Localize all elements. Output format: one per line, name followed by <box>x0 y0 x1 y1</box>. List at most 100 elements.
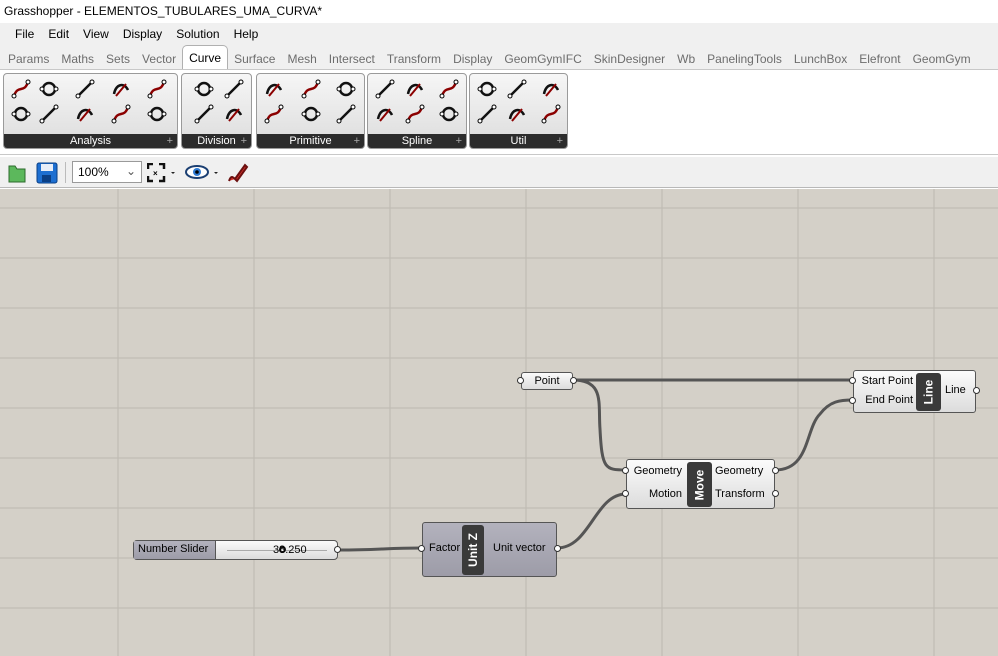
move-nickname: Move <box>687 462 712 507</box>
tab-intersect[interactable]: Intersect <box>323 45 381 69</box>
tab-panelingtools[interactable]: PanelingTools <box>701 45 788 69</box>
curve-tool-icon[interactable] <box>540 78 562 100</box>
menu-solution[interactable]: Solution <box>169 23 226 45</box>
menu-display[interactable]: Display <box>116 23 169 45</box>
tab-maths[interactable]: Maths <box>55 45 100 69</box>
curve-tool-icon[interactable] <box>300 78 322 100</box>
unit-z-component[interactable]: Factor Unit Z Unit vector <box>422 522 557 577</box>
tab-elefront[interactable]: Elefront <box>853 45 906 69</box>
curve-tool-icon[interactable] <box>38 78 60 100</box>
expand-icon[interactable]: + <box>241 134 247 148</box>
input-geometry[interactable]: Geometry <box>634 465 682 477</box>
curve-tool-icon[interactable] <box>404 103 426 125</box>
curve-tool-icon[interactable] <box>263 78 285 100</box>
curve-tool-icon[interactable] <box>223 78 245 100</box>
tab-geomgym[interactable]: GeomGym <box>907 45 977 69</box>
move-component[interactable]: Geometry Motion Move Geometry Transform <box>626 459 775 509</box>
point-param[interactable]: Point <box>521 372 573 390</box>
input-grip[interactable] <box>418 545 425 552</box>
group-label[interactable]: Util <box>470 134 567 148</box>
input-grip[interactable] <box>622 490 629 497</box>
expand-icon[interactable]: + <box>557 134 563 148</box>
curve-tool-icon[interactable] <box>146 103 168 125</box>
input-factor[interactable]: Factor <box>429 542 460 554</box>
canvas[interactable]: Point Start Point End Point Line Line Ge… <box>0 189 998 656</box>
input-grip[interactable] <box>517 377 524 384</box>
line-component[interactable]: Start Point End Point Line Line <box>853 370 976 413</box>
output-grip[interactable] <box>570 377 577 384</box>
tab-surface[interactable]: Surface <box>228 45 281 69</box>
group-label[interactable]: Analysis <box>4 134 177 148</box>
output-grip[interactable] <box>554 545 561 552</box>
wire-move-to-end <box>774 398 854 472</box>
zoom-extents-icon[interactable]: × <box>147 163 177 183</box>
curve-tool-icon[interactable] <box>300 103 322 125</box>
expand-icon[interactable]: + <box>167 134 173 148</box>
output-transform[interactable]: Transform <box>715 488 765 500</box>
curve-tool-icon[interactable] <box>193 103 215 125</box>
curve-tool-icon[interactable] <box>10 103 32 125</box>
tab-lunchbox[interactable]: LunchBox <box>788 45 853 69</box>
expand-icon[interactable]: + <box>456 134 462 148</box>
input-grip[interactable] <box>849 377 856 384</box>
menu-help[interactable]: Help <box>227 23 266 45</box>
curve-tool-icon[interactable] <box>374 103 396 125</box>
output-grip[interactable] <box>973 387 980 394</box>
tab-display[interactable]: Display <box>447 45 498 69</box>
save-icon[interactable] <box>36 162 58 184</box>
curve-tool-icon[interactable] <box>146 78 168 100</box>
curve-tool-icon[interactable] <box>223 103 245 125</box>
output-line[interactable]: Line <box>945 384 966 396</box>
input-end-point[interactable]: End Point <box>865 394 913 406</box>
output-geometry[interactable]: Geometry <box>715 465 763 477</box>
group-label[interactable]: Spline <box>368 134 466 148</box>
curve-tool-icon[interactable] <box>110 78 132 100</box>
open-file-icon[interactable] <box>7 162 27 184</box>
curve-tool-icon[interactable] <box>506 78 528 100</box>
number-slider[interactable]: Number Slider 38.250 <box>133 540 338 560</box>
sketch-pen-icon[interactable] <box>225 161 249 185</box>
ribbon: Analysis + Division + Primitive + Spline + U… <box>0 69 998 155</box>
group-label[interactable]: Primitive <box>257 134 364 148</box>
menu-edit[interactable]: Edit <box>41 23 76 45</box>
output-grip[interactable] <box>772 490 779 497</box>
curve-tool-icon[interactable] <box>438 103 460 125</box>
tab-wb[interactable]: Wb <box>671 45 701 69</box>
tab-curve[interactable]: Curve <box>182 45 229 69</box>
curve-tool-icon[interactable] <box>193 78 215 100</box>
curve-tool-icon[interactable] <box>335 78 357 100</box>
output-grip[interactable] <box>334 546 341 553</box>
zoom-dropdown[interactable]: 100% ⌄ <box>72 161 142 183</box>
tab-geomgymifc[interactable]: GeomGymIFC <box>498 45 587 69</box>
curve-tool-icon[interactable] <box>476 103 498 125</box>
curve-tool-icon[interactable] <box>74 103 96 125</box>
curve-tool-icon[interactable] <box>476 78 498 100</box>
preview-eye-icon[interactable] <box>185 163 221 183</box>
tab-sets[interactable]: Sets <box>100 45 136 69</box>
input-grip[interactable] <box>622 467 629 474</box>
curve-tool-icon[interactable] <box>506 103 528 125</box>
output-unit-vector[interactable]: Unit vector <box>493 542 546 554</box>
curve-tool-icon[interactable] <box>263 103 285 125</box>
input-grip[interactable] <box>849 397 856 404</box>
curve-tool-icon[interactable] <box>10 78 32 100</box>
curve-tool-icon[interactable] <box>438 78 460 100</box>
output-grip[interactable] <box>772 467 779 474</box>
curve-tool-icon[interactable] <box>335 103 357 125</box>
curve-tool-icon[interactable] <box>38 103 60 125</box>
input-motion[interactable]: Motion <box>649 488 682 500</box>
tab-vector[interactable]: Vector <box>136 45 182 69</box>
menu-view[interactable]: View <box>76 23 116 45</box>
input-start-point[interactable]: Start Point <box>862 375 913 387</box>
curve-tool-icon[interactable] <box>374 78 396 100</box>
expand-icon[interactable]: + <box>354 134 360 148</box>
curve-tool-icon[interactable] <box>110 103 132 125</box>
curve-tool-icon[interactable] <box>404 78 426 100</box>
tab-mesh[interactable]: Mesh <box>281 45 322 69</box>
tab-skindesigner[interactable]: SkinDesigner <box>588 45 671 69</box>
menu-file[interactable]: File <box>8 23 41 45</box>
curve-tool-icon[interactable] <box>540 103 562 125</box>
tab-transform[interactable]: Transform <box>381 45 447 69</box>
curve-tool-icon[interactable] <box>74 78 96 100</box>
tab-params[interactable]: Params <box>2 45 55 69</box>
